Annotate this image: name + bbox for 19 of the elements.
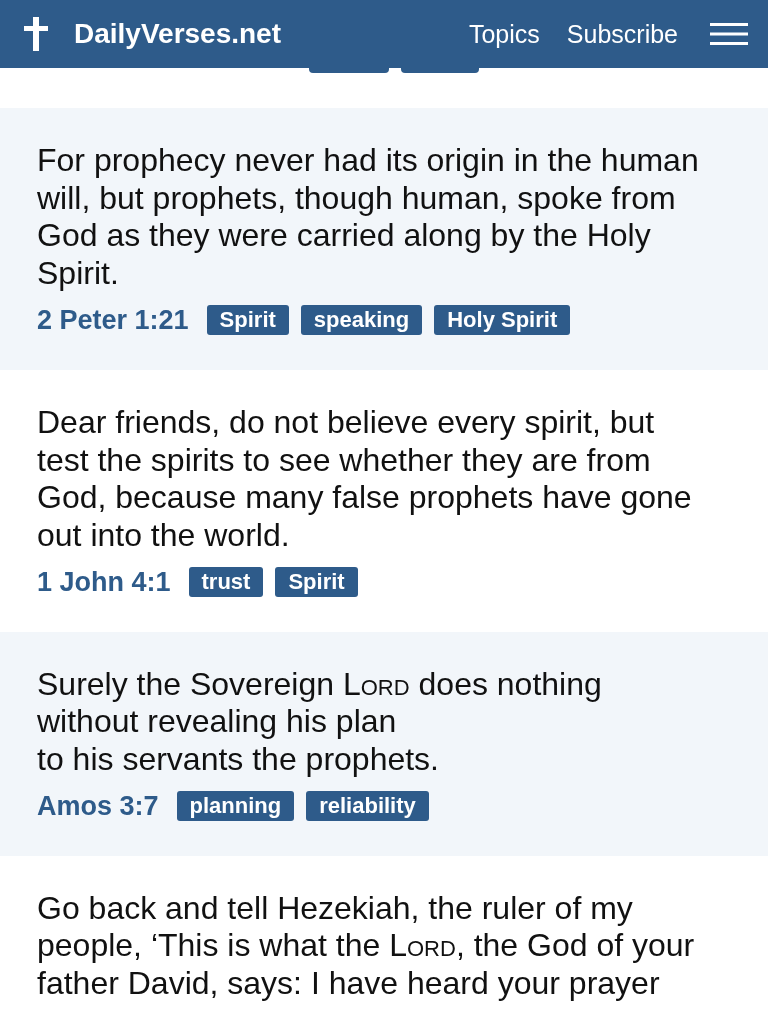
cross-icon[interactable] [24,17,48,51]
topic-tag[interactable]: Spirit [275,567,358,598]
verse-reference-link[interactable]: Amos 3:7 [37,790,159,822]
nav-link[interactable]: Topics [468,19,540,49]
menu-icon[interactable] [710,23,748,45]
site-logo-link[interactable]: DailyVerses.net [74,18,282,50]
verse-text: Dear friends, do not believe every spirit, but test the spirits to see whether they are from God, because many false prophets have gone out into the world. [37,403,693,555]
verse-text: For prophecy never had its origin in the human will, but prophets, though human, spoke from God as they were carried along by the Holy Spirit. [37,142,700,293]
topic-tag[interactable]: speaking [300,305,423,336]
topic-tag[interactable]: Spirit [206,305,289,336]
nav-link[interactable]: Subscribe [566,19,678,49]
topic-tag[interactable]: Holy Spirit [434,305,571,336]
verse-reference-link[interactable]: 1 John 4:1 [37,566,171,598]
topic-tag[interactable]: trust [188,567,264,598]
verse-text: Surely the Sovereign Lord does nothing without revealing his plan to his servants the prophets. [37,665,603,779]
verse-reference-link[interactable]: 2 Peter 1:21 [37,304,189,336]
verse-text: Go back and tell Hezekiah, the ruler of my people, ‘This is what the Lord, the God of your father David, says: I have heard your prayer [37,889,696,1003]
topic-tag[interactable]: planning [176,791,295,822]
topic-tag[interactable]: reliability [306,791,429,822]
